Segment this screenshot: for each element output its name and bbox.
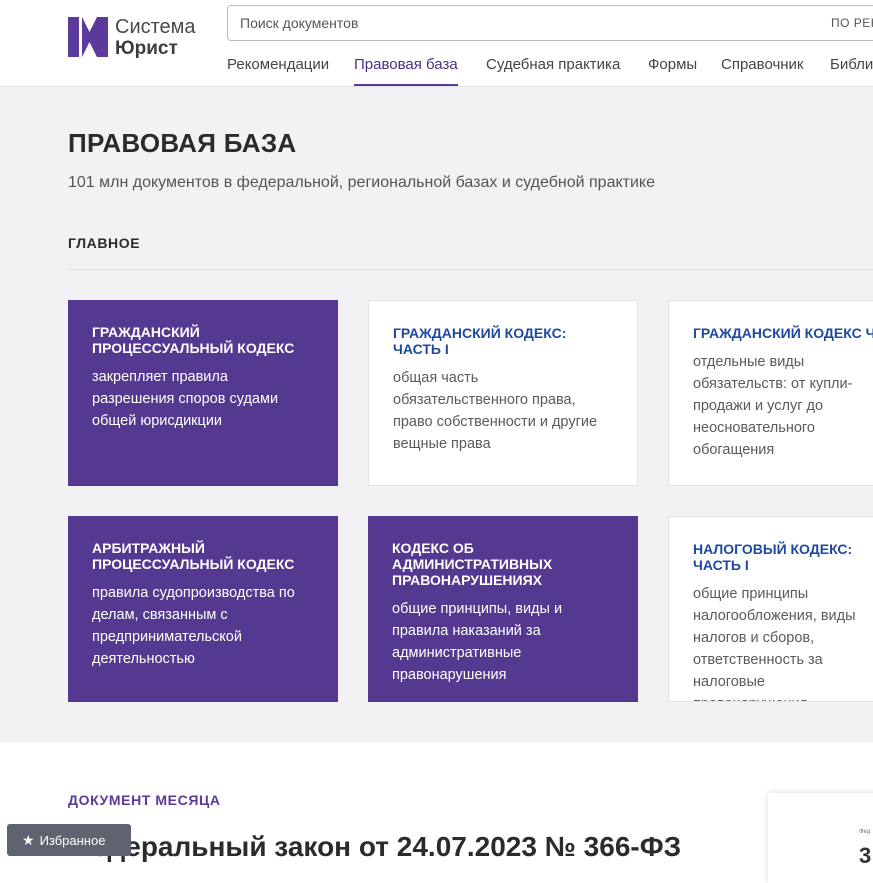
card-description: правила судопроизводства по делам, связа… <box>92 585 295 667</box>
doc-of-month-title[interactable]: Федеральный закон от 24.07.2023 № 366-ФЗ <box>68 831 681 863</box>
search-mode-selector[interactable]: ПО РЕК <box>831 6 873 40</box>
card-title: КОДЕКС ОБ АДМИНИСТРАТИВНЫХ ПРАВОНАРУШЕНИ… <box>392 540 553 588</box>
card-administrative-offenses-code[interactable]: КОДЕКС ОБ АДМИНИСТРАТИВНЫХ ПРАВОНАРУШЕНИ… <box>368 516 638 702</box>
favorites-button[interactable]: ★ Избранное <box>7 824 131 856</box>
logo-mark-icon <box>68 17 108 57</box>
search-box[interactable]: Поиск документов ПО РЕК <box>227 5 873 41</box>
card-title: АРБИТРАЖНЫЙ ПРОЦЕССУАЛЬНЫЙ КОДЕКС <box>92 540 295 572</box>
card-civil-code-part-1[interactable]: ГРАЖДАНСКИЙ КОДЕКС: ЧАСТЬ I общая часть … <box>368 300 638 486</box>
brand-name-line1: Система <box>115 16 196 38</box>
brand-name-line2: Юрист <box>115 38 178 59</box>
card-description: общие принципы, виды и правила наказаний… <box>392 601 563 683</box>
doc-preview-caption: Фед <box>859 829 871 835</box>
card-description: закрепляет правила разрешения споров суд… <box>92 369 279 429</box>
card-description: общая часть обязательственного права, пр… <box>393 370 598 452</box>
page-title: ПРАВОВАЯ БАЗА <box>68 128 297 158</box>
group-title: ГЛАВНОЕ <box>68 235 141 251</box>
doc-of-month-label: ДОКУМЕНТ МЕСЯЦА <box>68 792 221 808</box>
search-input[interactable]: Поиск документов <box>240 6 358 40</box>
doc-preview-thumbnail[interactable]: Фед 3 <box>768 793 873 883</box>
card-description-text: общие принципы налогообложения, виды нал… <box>693 586 856 701</box>
card-arbitration-procedure-code[interactable]: АРБИТРАЖНЫЙ ПРОЦЕССУАЛЬНЫЙ КОДЕКС правил… <box>68 516 338 702</box>
card-title: ГРАЖДАНСКИЙ ПРОЦЕССУАЛЬНЫЙ КОДЕКС <box>92 324 295 356</box>
nav-item-court-practice[interactable]: Судебная практика <box>486 56 620 86</box>
card-title: ГРАЖДАНСКИЙ КОДЕКС: ЧАСТЬ I <box>393 325 567 357</box>
favorites-label: Избранное <box>39 833 106 848</box>
nav-item-forms[interactable]: Формы <box>648 56 697 86</box>
nav-item-reference[interactable]: Справочник <box>721 56 804 86</box>
card-civil-code-part-2[interactable]: ГРАЖДАНСКИЙ КОДЕКС ЧАСТЬ II отдельные ви… <box>668 300 873 486</box>
doc-preview-number: 3 <box>859 843 872 868</box>
nav-item-library[interactable]: Библи <box>830 56 873 86</box>
top-header: Система Юрист Поиск документов ПО РЕК Ре… <box>0 0 873 87</box>
card-title: ГРАЖДАНСКИЙ КОДЕКС ЧАСТЬ II <box>693 325 873 341</box>
card-title: НАЛОГОВЫЙ КОДЕКС: ЧАСТЬ I <box>693 541 853 573</box>
card-civil-procedure-code[interactable]: ГРАЖДАНСКИЙ ПРОЦЕССУАЛЬНЫЙ КОДЕКС закреп… <box>68 300 338 486</box>
page-subtitle: 101 млн документов в федеральной, регион… <box>68 174 655 191</box>
card-tax-code-part-1[interactable]: НАЛОГОВЫЙ КОДЕКС: ЧАСТЬ I общие принципы… <box>668 516 873 702</box>
divider <box>68 269 873 270</box>
card-description: общие принципы налогообложения, виды нал… <box>693 583 873 701</box>
card-description: отдельные виды обязательств: от купли-пр… <box>693 354 853 458</box>
nav-item-recommendations[interactable]: Рекомендации <box>227 56 329 86</box>
nav-item-legal-base[interactable]: Правовая база <box>354 56 458 86</box>
star-icon: ★ <box>22 832 35 848</box>
